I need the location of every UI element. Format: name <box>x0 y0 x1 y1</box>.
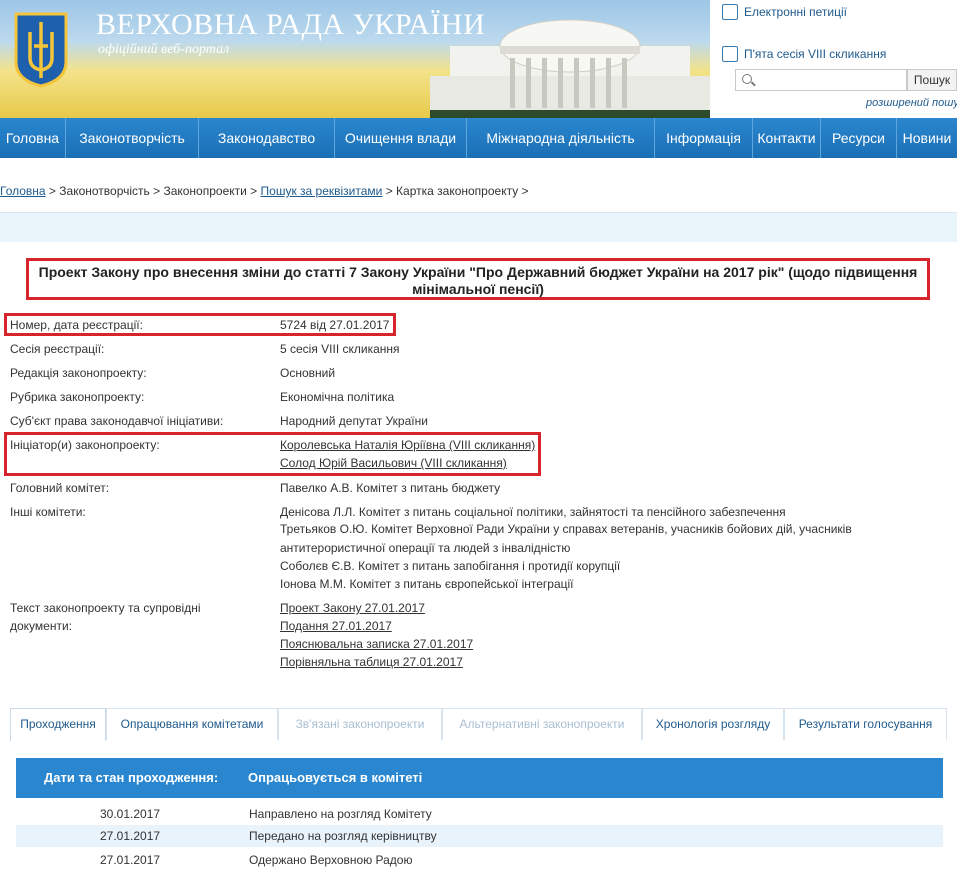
tab-chronology[interactable]: Хронологія розгляду <box>642 708 784 740</box>
session-label: Сесія реєстрації: <box>10 342 105 356</box>
doc-link[interactable]: Подання 27.01.2017 <box>280 619 392 633</box>
search-button[interactable]: Пошук <box>907 69 957 91</box>
nav-item-contacts[interactable]: Контакти <box>753 118 821 158</box>
subject-value: Народний депутат України <box>280 414 428 428</box>
passage-table-header: Дати та стан проходження: Опрацьовується… <box>16 758 943 798</box>
row-event: Одержано Верховною Радою <box>249 853 413 867</box>
calendar-icon <box>722 46 738 62</box>
session-label: П'ята сесія VIII скликання <box>744 47 887 61</box>
breadcrumb: Головна > Законотворчість > Законопроект… <box>0 184 529 198</box>
search-icon <box>742 74 752 84</box>
nav-item-legislation[interactable]: Законодавство <box>199 118 335 158</box>
e-petitions-label: Електронні петиції <box>744 5 848 19</box>
row-date: 30.01.2017 <box>100 807 161 821</box>
nav-item-international[interactable]: Міжнародна діяльність <box>467 118 655 158</box>
docs-label-2: документи: <box>10 619 73 633</box>
edit-icon <box>722 4 738 20</box>
nav-item-information[interactable]: Інформація <box>655 118 753 158</box>
nav-item-resources[interactable]: Ресурси <box>821 118 897 158</box>
row-date: 27.01.2017 <box>100 829 161 843</box>
main-committee-value: Павелко А.В. Комітет з питань бюджету <box>280 481 501 495</box>
edition-value: Основний <box>280 366 336 380</box>
tab-alternative[interactable]: Альтернативні законопроекти <box>442 708 642 740</box>
main-committee-label: Головний комітет: <box>10 481 110 495</box>
session-value: 5 сесія VIII скликання <box>280 342 400 356</box>
breadcrumb-sep-2: > Картка законопроекту > <box>382 184 529 198</box>
row-date: 27.01.2017 <box>100 853 161 867</box>
breadcrumb-sep: > Законотворчість > Законопроекти > <box>45 184 261 198</box>
main-nav: Головна Законотворчість Законодавство Оч… <box>0 118 957 158</box>
initiator-link[interactable]: Королевська Наталія Юріївна (VIII склика… <box>280 438 535 452</box>
e-petitions-link[interactable]: Електронні петиції <box>722 4 847 20</box>
col-status: Опрацьовується в комітеті <box>248 770 423 785</box>
table-row: 27.01.2017 Одержано Верховною Радою <box>16 849 943 871</box>
breadcrumb-home[interactable]: Головна <box>0 184 46 198</box>
rubric-label: Рубрика законопроекту: <box>10 390 145 404</box>
nav-item-home[interactable]: Головна <box>0 118 66 158</box>
other-committee: Соболєв Є.В. Комітет з питань запобіганн… <box>280 559 621 573</box>
doc-link[interactable]: Пояснювальна записка 27.01.2017 <box>280 637 473 651</box>
row-event: Передано на розгляд керівництву <box>249 829 437 843</box>
number-label: Номер, дата реєстрації: <box>10 318 143 332</box>
doc-link[interactable]: Проект Закону 27.01.2017 <box>280 601 425 615</box>
nav-item-news[interactable]: Новини <box>897 118 957 158</box>
nav-item-lustration[interactable]: Очищення влади <box>335 118 467 158</box>
tab-related[interactable]: Зв'язані законопроекти <box>278 708 442 740</box>
other-committees-label: Інші комітети: <box>10 505 86 519</box>
edition-label: Редакція законопроекту: <box>10 366 147 380</box>
col-dates: Дати та стан проходження: <box>44 770 219 785</box>
row-event: Направлено на розгляд Комітету <box>249 807 432 821</box>
other-committee: антитерористичної операції та людей з ін… <box>280 541 571 555</box>
other-committee: Третьяков О.Ю. Комітет Верховної Ради Ук… <box>280 522 852 536</box>
site-header: ВЕРХОВНА РАДА УКРАЇНИ офіційний веб-порт… <box>0 0 957 118</box>
site-subtitle: офіційний веб-портал <box>98 42 230 57</box>
rubric-value: Економічна політика <box>280 390 395 404</box>
doc-link[interactable]: Порівняльна таблиця 27.01.2017 <box>280 655 463 669</box>
advanced-search-link[interactable]: розширений пошук <box>866 97 957 109</box>
other-committee: Іонова М.М. Комітет з питань європейсько… <box>280 577 574 591</box>
other-committee: Денісова Л.Л. Комітет з питань соціально… <box>280 505 786 519</box>
parliament-building-image <box>430 19 710 118</box>
initiator-link[interactable]: Солод Юрій Васильович (VIII скликання) <box>280 456 507 470</box>
table-row: 30.01.2017 Направлено на розгляд Комітет… <box>16 803 943 825</box>
subject-label: Суб'єкт права законодавчої ініціативи: <box>10 414 224 428</box>
tab-committees[interactable]: Опрацювання комітетами <box>106 708 278 740</box>
info-strip <box>0 212 957 242</box>
tab-voting[interactable]: Результати голосування <box>784 708 947 740</box>
search-input[interactable] <box>735 69 907 91</box>
initiators-label: Ініціатор(и) законопроекту: <box>10 438 160 452</box>
table-row: 27.01.2017 Передано на розгляд керівницт… <box>16 825 943 847</box>
site-title[interactable]: ВЕРХОВНА РАДА УКРАЇНИ <box>96 8 485 42</box>
session-link[interactable]: П'ята сесія VIII скликання <box>722 46 886 62</box>
breadcrumb-search[interactable]: Пошук за реквізитами <box>261 184 383 198</box>
tab-bar: Проходження Опрацювання комітетами Зв'яз… <box>10 708 947 741</box>
nav-item-lawmaking[interactable]: Законотворчість <box>66 118 199 158</box>
number-value: 5724 від 27.01.2017 <box>280 318 390 332</box>
coat-of-arms-icon <box>14 12 68 88</box>
bill-title: Проект Закону про внесення зміни до стат… <box>26 258 930 300</box>
tab-passage[interactable]: Проходження <box>10 708 106 741</box>
docs-label: Текст законопроекту та супровідні <box>10 601 201 615</box>
